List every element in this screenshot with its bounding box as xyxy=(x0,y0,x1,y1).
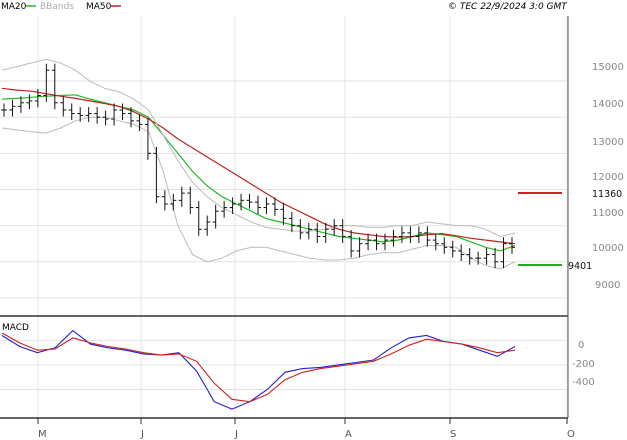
y-tick-13000: 13000 xyxy=(592,137,624,148)
chart-background xyxy=(0,0,627,440)
y-tick-9000: 9000 xyxy=(595,280,620,291)
x-tick-aug: A xyxy=(345,429,352,440)
macd-y-tick-neg200: -200 xyxy=(572,359,595,370)
y-tick-11000: 11000 xyxy=(592,208,624,219)
stock-chart: MA20 BBands MA50 © TEC 22/9/2024 3:0 GMT… xyxy=(0,0,627,440)
x-tick-sep: S xyxy=(450,429,456,440)
x-tick-may: M xyxy=(38,429,47,440)
legend-ma20-label: MA20 xyxy=(1,2,27,12)
badge-value-green: 9401 xyxy=(568,261,592,272)
x-tick-jul: J xyxy=(234,429,238,440)
copyright-text: © TEC 22/9/2024 3:0 GMT xyxy=(448,2,568,12)
x-tick-jun: J xyxy=(140,429,144,440)
badge-value-red: 11360 xyxy=(592,189,622,200)
legend-ma50-label: MA50 xyxy=(86,2,112,12)
macd-title: MACD xyxy=(2,323,29,333)
legend-bbands-label: BBands xyxy=(40,2,74,12)
macd-y-tick-neg400: -400 xyxy=(572,377,595,388)
y-tick-12000: 12000 xyxy=(592,172,624,183)
y-tick-14000: 14000 xyxy=(592,99,624,110)
macd-y-tick-0: 0 xyxy=(578,340,584,351)
y-tick-15000: 15000 xyxy=(592,62,624,73)
y-tick-10000: 10000 xyxy=(592,243,624,254)
x-tick-oct: O xyxy=(567,429,575,440)
